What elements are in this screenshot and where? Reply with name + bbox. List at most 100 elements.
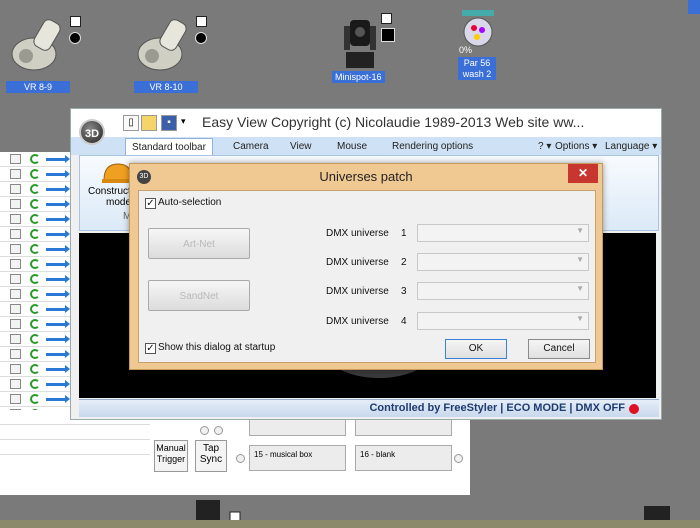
fixture-minispot-16[interactable]: Minispot-16 <box>332 12 402 87</box>
fixture-partial-icon[interactable] <box>640 502 680 522</box>
dmx-universe-3-select[interactable]: ▼ <box>417 282 589 300</box>
fixture-vr-8-9[interactable]: VR 8-9 <box>4 14 84 94</box>
checkbox-icon <box>10 229 21 239</box>
list-item[interactable] <box>0 257 80 272</box>
checkbox-icon <box>10 304 21 314</box>
list-item[interactable] <box>0 362 80 377</box>
preset-16-button[interactable]: 16 - blank <box>355 445 452 471</box>
arrow-right-icon <box>46 230 70 238</box>
list-item[interactable] <box>0 242 80 257</box>
fixture-partial-icon[interactable] <box>190 496 250 522</box>
checkbox-icon <box>10 379 21 389</box>
help-menu[interactable]: ? ▾ <box>538 138 551 155</box>
arrow-right-icon <box>46 275 70 283</box>
arrow-right-icon <box>46 350 70 358</box>
list-item[interactable] <box>0 425 150 440</box>
list-item[interactable] <box>0 440 150 455</box>
list-item[interactable] <box>0 317 80 332</box>
fixture-select-square <box>196 16 207 27</box>
par-can-icon <box>462 10 494 47</box>
tap-sync-button[interactable]: Tap Sync <box>195 440 227 472</box>
list-item[interactable] <box>0 182 80 197</box>
moving-head-icon <box>344 20 376 68</box>
refresh-icon <box>30 214 40 224</box>
arrow-right-icon <box>46 335 70 343</box>
tab-camera[interactable]: Camera <box>233 138 269 155</box>
list-item[interactable] <box>0 392 80 407</box>
list-item[interactable] <box>0 227 80 242</box>
list-item[interactable] <box>0 347 80 362</box>
tap-sync-line1: Tap <box>202 443 220 454</box>
checkbox-icon <box>10 259 21 269</box>
list-item[interactable] <box>0 332 80 347</box>
arrow-right-icon <box>46 245 70 253</box>
dmx-universe-1-select[interactable]: ▼ <box>417 224 589 242</box>
universes-patch-dialog: 3D Universes patch ✕ ✓ Auto-selection Ar… <box>129 163 603 370</box>
list-item[interactable] <box>0 197 80 212</box>
list-item[interactable] <box>0 302 80 317</box>
arrow-right-icon <box>46 200 70 208</box>
refresh-icon <box>30 169 40 179</box>
arrow-right-icon <box>46 395 70 403</box>
fixture-label: VR 8-10 <box>134 81 198 93</box>
fixture-select-square <box>381 13 392 24</box>
checkbox-icon <box>10 214 21 224</box>
close-button[interactable]: ✕ <box>568 164 598 183</box>
checkbox-icon <box>10 244 21 254</box>
save-icon[interactable]: ▪ <box>161 115 177 131</box>
dialog-body: ✓ Auto-selection Art-Net SandNet DMX uni… <box>138 190 596 363</box>
fixture-vr-8-10[interactable]: VR 8-10 <box>130 14 210 94</box>
tap-sync-line2: Sync <box>199 454 223 465</box>
cancel-button[interactable]: Cancel <box>528 339 590 359</box>
artnet-button[interactable]: Art-Net <box>148 228 250 259</box>
list-item[interactable] <box>0 272 80 287</box>
list-item[interactable] <box>0 212 80 227</box>
arrow-right-icon <box>46 305 70 313</box>
easy-view-titlebar: ▯ ▪ ▾ Easy View Copyright (c) Nicolaudie… <box>71 109 661 137</box>
radio-button[interactable] <box>214 426 223 435</box>
list-item[interactable] <box>0 287 80 302</box>
auto-selection-checkbox[interactable]: ✓ <box>145 198 156 209</box>
fixture-par-56-wash-2[interactable]: 0% Par 56 wash 2 <box>456 8 502 82</box>
manual-trigger-button[interactable]: Manual Trigger <box>154 440 188 472</box>
tab-rendering-options[interactable]: Rendering options <box>392 138 473 155</box>
show-at-startup-checkbox[interactable]: ✓ <box>145 343 156 354</box>
list-item[interactable] <box>0 167 80 182</box>
sandnet-button[interactable]: SandNet <box>148 280 250 311</box>
dmx-universe-4-select[interactable]: ▼ <box>417 312 589 330</box>
checkbox-icon <box>10 334 21 344</box>
arrow-right-icon <box>46 260 70 268</box>
arrow-right-icon <box>46 320 70 328</box>
checkbox-icon <box>10 394 21 404</box>
checkbox-icon <box>10 289 21 299</box>
fixture-label: VR 8-9 <box>6 81 70 93</box>
tab-standard-toolbar[interactable]: Standard toolbar <box>125 138 213 155</box>
radio-button[interactable] <box>454 454 463 463</box>
language-menu[interactable]: Language ▾ <box>605 138 657 155</box>
fixture-percent: 0% <box>459 45 473 55</box>
dmx-universe-2-select[interactable]: ▼ <box>417 253 589 271</box>
dmx-universe-number-4: 4 <box>401 316 407 327</box>
fixture-label-line2: wash 2 <box>458 68 496 80</box>
radio-button[interactable] <box>236 454 245 463</box>
checkbox-icon <box>10 274 21 284</box>
checkbox-icon <box>10 154 21 164</box>
refresh-icon <box>30 349 40 359</box>
dmx-universe-number-2: 2 <box>401 257 407 268</box>
list-item[interactable] <box>0 152 80 167</box>
tab-view[interactable]: View <box>290 138 312 155</box>
open-folder-icon[interactable] <box>141 115 157 131</box>
ribbon-tabs: Standard toolbar Camera View Mouse Rende… <box>71 137 661 155</box>
options-menu[interactable]: Options ▾ <box>555 138 597 155</box>
chevron-down-icon: ▼ <box>576 255 584 264</box>
refresh-icon <box>30 154 40 164</box>
ok-button[interactable]: OK <box>445 339 507 359</box>
preset-15-button[interactable]: 15 - musical box <box>249 445 346 471</box>
quick-access-dropdown-icon[interactable]: ▾ <box>181 116 186 127</box>
list-item[interactable] <box>0 377 80 392</box>
new-file-icon[interactable]: ▯ <box>123 115 139 131</box>
tab-mouse[interactable]: Mouse <box>337 138 367 155</box>
app-logo[interactable]: 3D <box>79 119 105 145</box>
radio-button[interactable] <box>200 426 209 435</box>
fixture-status-dot <box>195 32 207 44</box>
